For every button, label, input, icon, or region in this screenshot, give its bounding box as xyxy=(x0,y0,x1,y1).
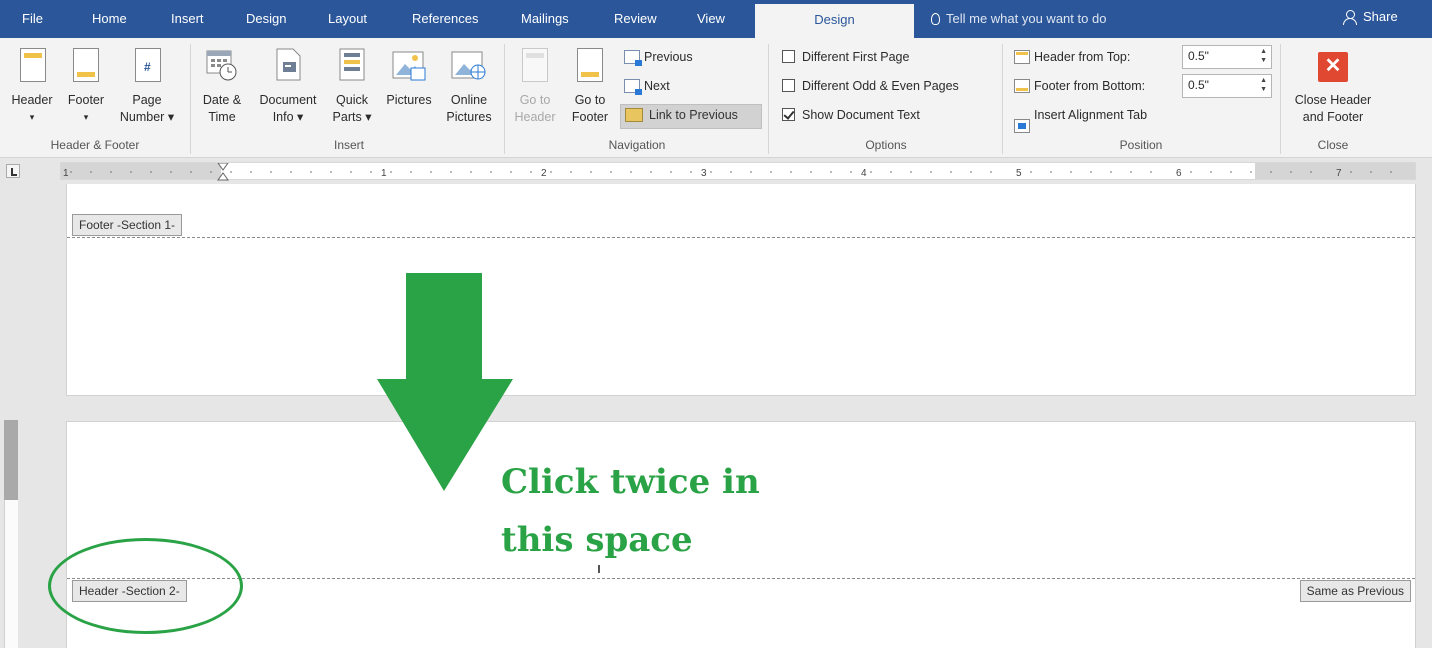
ribbon-tab-bar: File Home Insert Design Layout Reference… xyxy=(0,0,1432,38)
spin-up-icon[interactable]: ▲ xyxy=(1260,77,1267,84)
footer-from-bottom-input[interactable]: 0.5" ▲ ▼ xyxy=(1182,74,1272,98)
previous-icon xyxy=(624,50,642,66)
horizontal-ruler[interactable]: 1 1 2 3 4 5 6 7 xyxy=(60,162,1416,181)
tab-references[interactable]: References xyxy=(412,11,478,26)
vertical-ruler[interactable] xyxy=(4,184,18,648)
footer-button[interactable]: Footer ▾ xyxy=(63,48,109,126)
lightbulb-icon xyxy=(931,13,940,25)
previous-button[interactable]: Previous xyxy=(624,48,693,66)
text-cursor xyxy=(598,565,600,573)
share-button[interactable]: Share xyxy=(1343,9,1398,25)
different-first-page-checkbox[interactable]: Different First Page xyxy=(782,49,909,65)
checkbox-unchecked xyxy=(782,79,795,92)
next-button[interactable]: Next xyxy=(624,77,670,95)
document-info-icon xyxy=(276,48,301,81)
ruler-number: 1 xyxy=(63,168,69,179)
highlight-ellipse xyxy=(48,538,243,634)
footer-boundary-line xyxy=(67,237,1415,238)
header-from-top-input[interactable]: 0.5" ▲ ▼ xyxy=(1182,45,1272,69)
go-to-footer-button[interactable]: Go to Footer xyxy=(566,48,614,126)
same-as-previous-tag: Same as Previous xyxy=(1299,580,1411,602)
next-icon xyxy=(624,79,642,95)
ribbon-separator xyxy=(768,44,769,154)
spin-down-icon[interactable]: ▼ xyxy=(1260,86,1267,93)
header-from-top-label: Header from Top: xyxy=(1014,49,1130,65)
word-window: File Home Insert Design Layout Reference… xyxy=(0,0,1432,648)
tab-insert[interactable]: Insert xyxy=(171,11,204,26)
ribbon-separator xyxy=(1280,44,1281,154)
pictures-button[interactable]: Pictures xyxy=(378,48,440,109)
checkbox-checked xyxy=(782,108,795,121)
ruler-ticks: 1 1 2 3 4 5 6 7 xyxy=(63,163,1392,181)
ruler-number: 7 xyxy=(1336,168,1342,179)
document-info-button[interactable]: Document Info ▾ xyxy=(250,48,326,126)
pictures-icon xyxy=(392,51,426,81)
quick-parts-icon xyxy=(339,48,365,81)
ruler-number: 5 xyxy=(1016,168,1022,179)
ruler-number: 4 xyxy=(861,168,867,179)
group-label-position: Position xyxy=(1119,138,1163,152)
tab-layout[interactable]: Layout xyxy=(328,11,367,26)
link-to-previous-button[interactable]: Link to Previous xyxy=(620,104,762,129)
insert-alignment-tab-button[interactable]: Insert Alignment Tab xyxy=(1014,107,1147,133)
close-x-icon: ✕ xyxy=(1318,52,1348,82)
tab-header-footer-design[interactable]: Design xyxy=(755,4,914,38)
date-time-button[interactable]: Date & Time xyxy=(196,48,248,126)
green-down-arrow-icon xyxy=(377,273,513,491)
alignment-tab-icon xyxy=(1014,119,1030,133)
tab-home[interactable]: Home xyxy=(92,11,127,26)
page-number-button[interactable]: Page Number ▾ xyxy=(113,48,181,126)
tab-review[interactable]: Review xyxy=(614,11,657,26)
close-header-footer-button[interactable]: ✕ Close Header and Footer xyxy=(1282,52,1384,126)
page-number-icon xyxy=(135,48,161,82)
online-pictures-button[interactable]: Online Pictures xyxy=(440,48,498,126)
group-label-options: Options xyxy=(865,138,907,152)
go-to-header-icon xyxy=(522,48,548,82)
first-line-indent-marker[interactable] xyxy=(217,163,229,171)
person-icon xyxy=(1343,10,1357,25)
group-label-header-footer: Header & Footer xyxy=(50,138,140,152)
tab-mailings[interactable]: Mailings xyxy=(521,11,569,26)
footer-position-icon xyxy=(1014,79,1030,93)
header-position-icon xyxy=(1014,50,1030,64)
ruler-number: 3 xyxy=(701,168,707,179)
online-pictures-icon xyxy=(451,51,486,80)
header-icon xyxy=(20,48,46,82)
ruler-number: 1 xyxy=(381,168,387,179)
page-1-footer-area[interactable]: Footer -Section 1- xyxy=(66,184,1416,396)
tab-file[interactable]: File xyxy=(22,11,43,26)
different-odd-even-checkbox[interactable]: Different Odd & Even Pages xyxy=(782,78,959,94)
group-label-navigation: Navigation xyxy=(608,138,666,152)
group-label-close: Close xyxy=(1317,138,1349,152)
ribbon-separator xyxy=(504,44,505,154)
tab-design[interactable]: Design xyxy=(246,11,286,26)
footer-from-bottom-label: Footer from Bottom: xyxy=(1014,78,1145,94)
footer-icon xyxy=(73,48,99,82)
spin-down-icon[interactable]: ▼ xyxy=(1260,57,1267,64)
tab-selector-icon[interactable] xyxy=(6,164,20,178)
header-boundary-line xyxy=(67,578,1415,579)
header-button[interactable]: Header ▾ xyxy=(6,48,58,126)
show-document-text-checkbox[interactable]: Show Document Text xyxy=(782,107,920,123)
go-to-header-button[interactable]: Go to Header xyxy=(512,48,558,126)
ruler-number: 2 xyxy=(541,168,547,179)
footer-section-1-tag: Footer -Section 1- xyxy=(72,214,183,236)
ruler-number: 6 xyxy=(1176,168,1182,179)
group-label-insert: Insert xyxy=(333,138,364,152)
checkbox-unchecked xyxy=(782,50,795,63)
link-icon xyxy=(625,108,643,122)
tab-view[interactable]: View xyxy=(697,11,725,26)
calendar-clock-icon xyxy=(206,50,237,81)
ribbon-separator xyxy=(190,44,191,154)
spin-up-icon[interactable]: ▲ xyxy=(1260,48,1267,55)
quick-parts-button[interactable]: Quick Parts ▾ xyxy=(328,48,376,126)
ribbon-separator xyxy=(1002,44,1003,154)
go-to-footer-icon xyxy=(577,48,603,82)
instruction-callout: Click twice in this space xyxy=(501,462,760,560)
tell-me-search[interactable]: Tell me what you want to do xyxy=(931,11,1106,26)
hanging-indent-marker[interactable] xyxy=(217,172,229,181)
ribbon: Header ▾ Footer ▾ Page Number ▾ Header &… xyxy=(0,38,1432,158)
horizontal-ruler-bar: 1 1 2 3 4 5 6 7 xyxy=(0,158,1432,184)
